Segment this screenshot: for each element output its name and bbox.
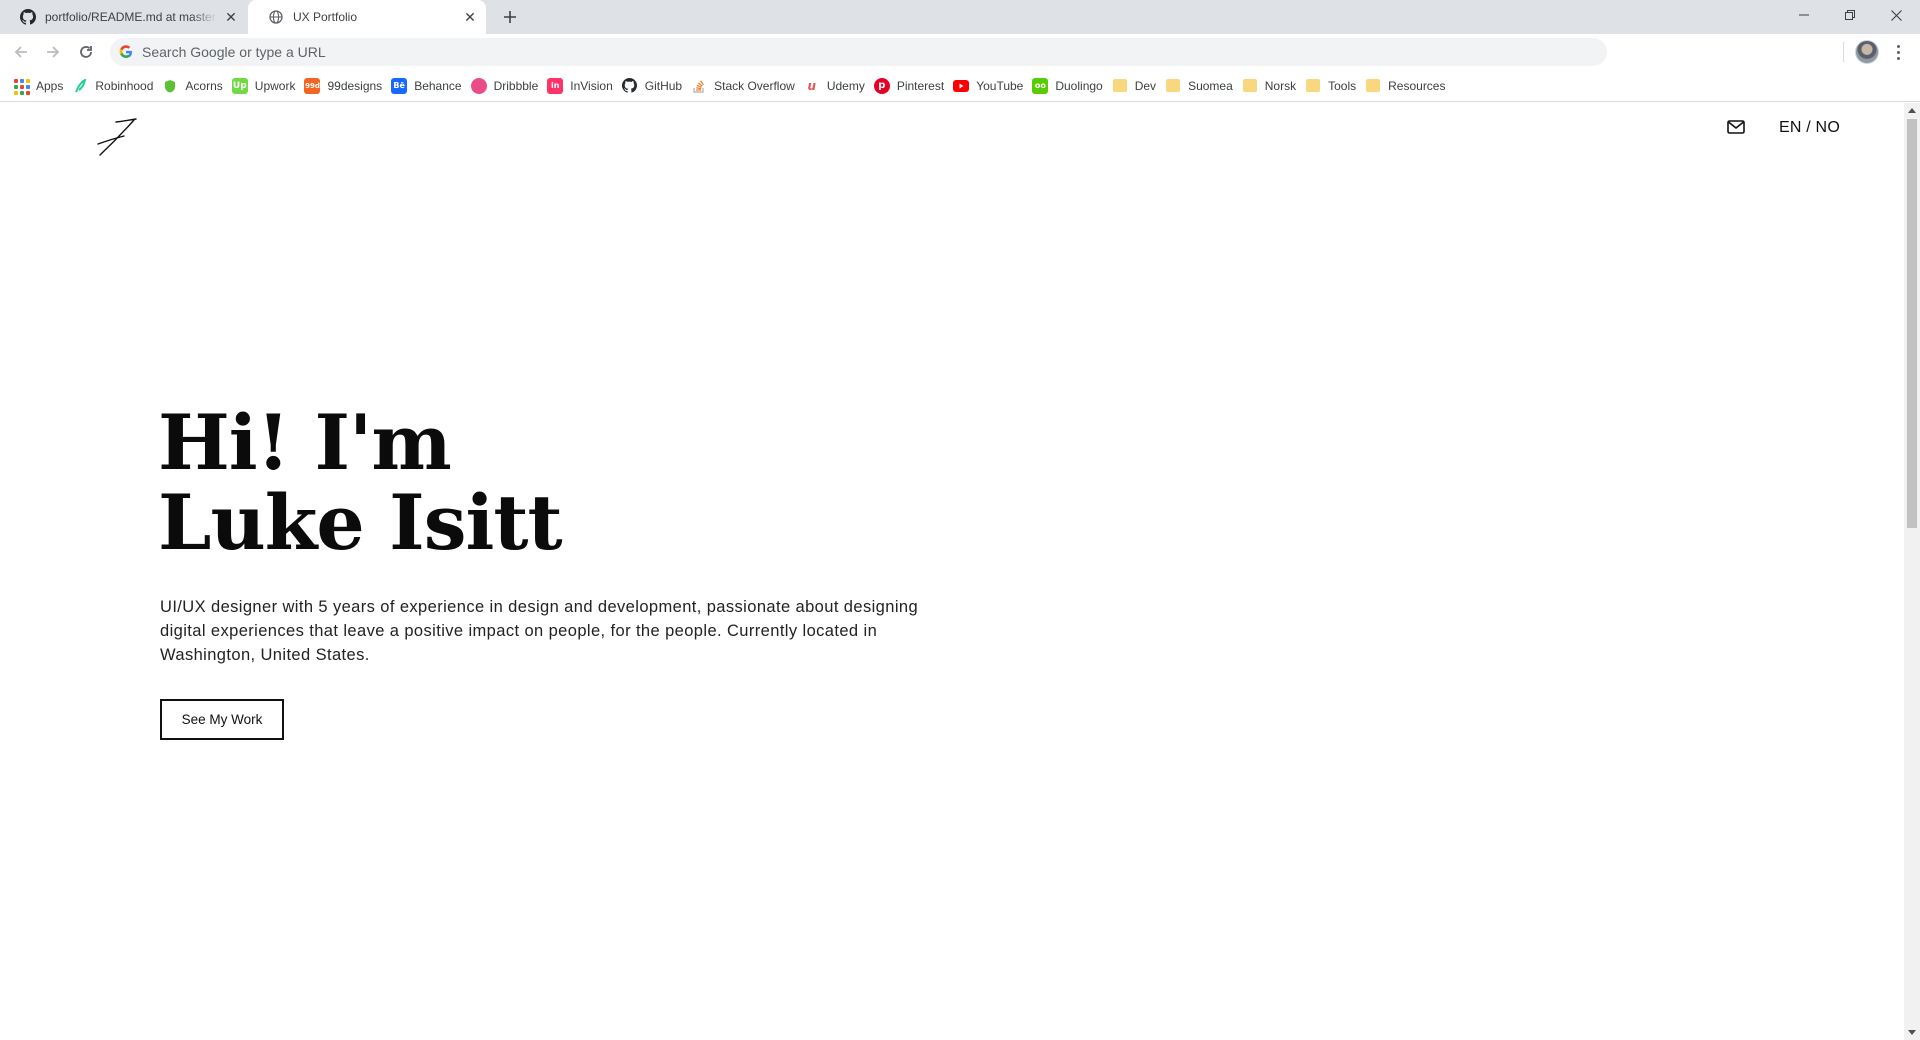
restore-icon[interactable] (1828, 0, 1872, 30)
close-tab-icon[interactable]: ✕ (462, 9, 478, 25)
bookmark-label: Stack Overflow (714, 78, 795, 93)
omnibox-placeholder: Search Google or type a URL (142, 44, 326, 60)
bookmark-label: Tools (1328, 78, 1357, 93)
bookmark-label: Acorns (185, 78, 223, 93)
bookmark-duolingo[interactable]: oo Duolingo (1032, 73, 1111, 99)
bookmark-label: Apps (36, 78, 64, 93)
bookmark-folder-dev[interactable]: Dev (1112, 73, 1165, 99)
bookmark-upwork[interactable]: Up Upwork (231, 73, 305, 99)
bookmarks-bar: Apps Robinhood Acorns Up Upwork 99d 99de… (0, 70, 1920, 102)
bookmark-folder-suomea[interactable]: Suomea (1165, 73, 1242, 99)
youtube-icon (953, 78, 970, 94)
close-tab-icon[interactable]: ✕ (223, 9, 239, 25)
bookmark-dribbble[interactable]: Dribbble (470, 73, 548, 99)
scroll-up-arrow-icon[interactable] (1908, 108, 1916, 113)
bookmark-99designs[interactable]: 99d 99designs (304, 73, 391, 99)
bookmark-label: GitHub (644, 78, 683, 93)
tab-github-readme[interactable]: portfolio/README.md at master ✕ (0, 0, 247, 34)
bookmark-label: Upwork (254, 78, 296, 93)
bookmark-invision[interactable]: in InVision (547, 73, 621, 99)
udemy-icon: u (807, 78, 817, 93)
hero-title-line-2: Luke Isitt (158, 478, 563, 567)
hero-description: UI/UX designer with 5 years of experienc… (160, 598, 919, 664)
language-switcher[interactable]: EN / NO (1779, 119, 1840, 137)
folder-icon (1365, 78, 1381, 94)
bookmark-youtube[interactable]: YouTube (953, 73, 1032, 99)
99designs-icon: 99d (304, 77, 321, 94)
apps-grid-icon (13, 78, 30, 95)
scrollbar-thumb[interactable] (1907, 119, 1917, 528)
tab-ux-portfolio[interactable]: UX Portfolio ✕ (248, 0, 486, 34)
behance-icon: Bē (391, 77, 408, 94)
bookmark-stackoverflow[interactable]: Stack Overflow (691, 73, 804, 99)
bookmark-label: Robinhood (95, 78, 154, 93)
pinterest-icon: p (873, 77, 890, 94)
bookmark-folder-resources[interactable]: Resources (1365, 73, 1454, 99)
profile-avatar[interactable] (1855, 40, 1879, 64)
bookmark-label: YouTube (976, 78, 1024, 93)
tab-title: UX Portfolio (293, 10, 358, 24)
upwork-icon: Up (231, 77, 248, 94)
folder-icon (1165, 78, 1181, 94)
dribbble-icon (470, 77, 487, 94)
folder-icon (1305, 78, 1321, 94)
bookmark-label: Dribbble (493, 78, 539, 93)
bookmark-label: Udemy (826, 78, 865, 93)
tab-title: portfolio/README.md at master (45, 10, 216, 24)
signature-logo-icon[interactable] (94, 118, 140, 158)
folder-icon (1112, 78, 1128, 94)
robinhood-icon (72, 78, 88, 94)
bookmark-pinterest[interactable]: p Pinterest (873, 73, 953, 99)
bookmark-robinhood[interactable]: Robinhood (72, 73, 162, 99)
toolbar-divider (1843, 42, 1844, 62)
bookmark-apps[interactable]: Apps (13, 73, 72, 99)
google-g-icon (119, 45, 133, 59)
reload-icon[interactable] (73, 39, 99, 65)
portfolio-page: EN / NO Hi! I'm Luke Isitt UI/UX designe… (0, 103, 1904, 1040)
close-window-icon[interactable] (1874, 0, 1918, 30)
duolingo-icon: oo (1032, 77, 1049, 94)
minimize-icon[interactable] (1782, 0, 1826, 30)
back-arrow-icon[interactable] (8, 39, 34, 65)
bookmark-label: Pinterest (896, 78, 945, 93)
bookmark-label: Resources (1388, 78, 1446, 93)
hero-title: Hi! I'm Luke Isitt (158, 398, 563, 567)
bookmark-label: Behance (414, 78, 462, 93)
bookmark-behance[interactable]: Bē Behance (391, 73, 470, 99)
acorns-icon (162, 78, 178, 94)
page-scrollbar[interactable] (1904, 103, 1920, 1040)
folder-icon (1242, 78, 1258, 94)
bookmark-label: Norsk (1264, 78, 1297, 93)
forward-arrow-icon[interactable] (40, 39, 66, 65)
bookmark-label: 99designs (327, 78, 383, 93)
globe-icon (268, 9, 284, 25)
github-icon (622, 78, 638, 94)
invision-icon: in (547, 77, 564, 94)
mail-icon[interactable] (1726, 119, 1746, 135)
stackoverflow-icon (691, 78, 707, 94)
bookmark-folder-norsk[interactable]: Norsk (1242, 73, 1305, 99)
bookmark-label: Suomea (1188, 78, 1233, 93)
bookmark-acorns[interactable]: Acorns (162, 73, 231, 99)
chrome-menu-icon[interactable] (1890, 42, 1906, 62)
bookmark-udemy[interactable]: u Udemy (804, 73, 874, 99)
bookmark-label: Duolingo (1055, 78, 1103, 93)
see-my-work-button[interactable]: See My Work (160, 699, 284, 740)
bookmark-label: Dev (1134, 78, 1157, 93)
bookmark-github[interactable]: GitHub (622, 73, 691, 99)
browser-toolbar: Search Google or type a URL (0, 34, 1920, 70)
bookmark-label: InVision (570, 78, 613, 93)
new-tab-plus-icon[interactable] (499, 6, 521, 28)
github-icon (20, 9, 36, 25)
tab-strip: portfolio/README.md at master ✕ UX Portf… (0, 0, 1920, 34)
omnibox[interactable]: Search Google or type a URL (110, 38, 1607, 66)
bookmark-folder-tools[interactable]: Tools (1305, 73, 1365, 99)
hero-title-line-1: Hi! I'm (158, 398, 452, 487)
scroll-down-arrow-icon[interactable] (1908, 1030, 1916, 1035)
